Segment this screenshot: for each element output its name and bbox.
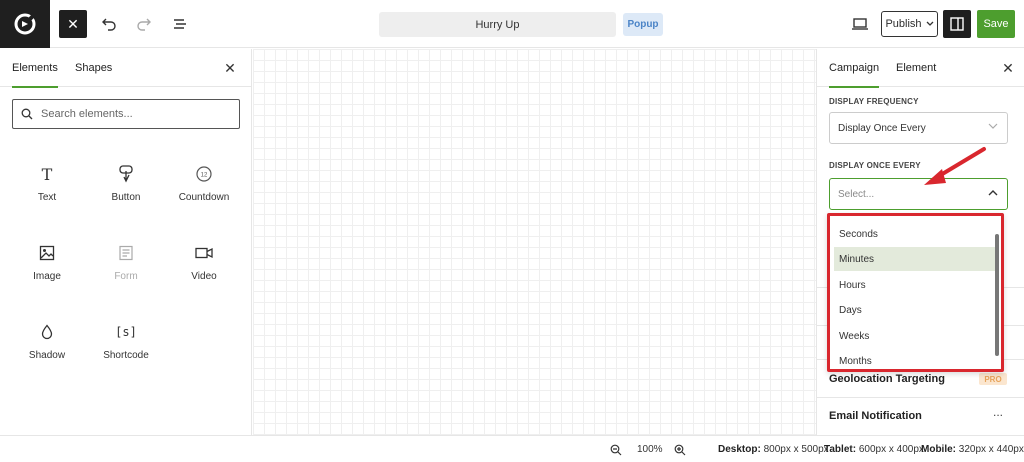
status-bar: 100% Desktop: 800px x 500px Tablet: 600p… xyxy=(0,435,1024,462)
element-shadow[interactable]: Shadow xyxy=(12,320,82,370)
close-right-panel-button[interactable]: ✕ xyxy=(1000,60,1016,76)
search-elements-input[interactable] xyxy=(41,108,221,120)
element-button[interactable]: Button xyxy=(91,162,161,212)
element-label: Form xyxy=(114,271,138,282)
element-label: Image xyxy=(33,271,61,282)
zoom-out-icon xyxy=(610,444,622,456)
search-icon xyxy=(21,108,33,120)
element-label: Shortcode xyxy=(103,350,149,361)
element-label: Button xyxy=(111,192,141,203)
button-icon xyxy=(118,162,134,186)
top-toolbar: ✕ Hurry Up Popup Publish Save xyxy=(0,0,1024,48)
zoom-out-button[interactable] xyxy=(609,443,623,457)
mobile-label: Mobile: xyxy=(921,444,956,455)
undo-button[interactable] xyxy=(97,12,121,36)
zoom-in-button[interactable] xyxy=(673,443,687,457)
element-label: Text xyxy=(37,192,57,203)
tablet-size-info[interactable]: Tablet: 600px x 400px xyxy=(824,444,924,455)
publish-label: Publish xyxy=(885,18,922,30)
option-days[interactable]: Days xyxy=(834,298,996,322)
mobile-size: 320px x 440px xyxy=(958,444,1024,455)
display-frequency-select[interactable]: Display Once Every xyxy=(829,112,1008,144)
save-button[interactable]: Save xyxy=(977,10,1015,38)
desktop-icon xyxy=(852,18,868,30)
undo-icon xyxy=(102,18,116,31)
element-form: Form xyxy=(91,241,161,291)
left-panel-tabs: Elements Shapes ✕ xyxy=(0,49,251,88)
shadow-icon xyxy=(41,320,53,344)
chevron-down-icon xyxy=(988,123,998,129)
element-image[interactable]: Image xyxy=(12,241,82,291)
redo-icon xyxy=(137,18,151,31)
form-icon xyxy=(118,241,134,265)
tab-shapes[interactable]: Shapes xyxy=(75,49,112,87)
layers-button[interactable] xyxy=(168,12,192,36)
option-hours[interactable]: Hours xyxy=(834,273,996,297)
email-notification-label[interactable]: Email Notification xyxy=(829,410,922,422)
countdown-icon: 12 xyxy=(195,162,213,186)
element-countdown[interactable]: 12 Countdown xyxy=(169,162,239,212)
device-preview-button[interactable] xyxy=(848,12,872,36)
display-once-every-placeholder: Select... xyxy=(838,188,875,200)
element-label: Video xyxy=(191,271,217,282)
zoom-in-icon xyxy=(674,444,686,456)
section-divider xyxy=(817,397,1024,398)
tab-campaign[interactable]: Campaign xyxy=(829,49,880,88)
desktop-size-info[interactable]: Desktop: 800px x 500px xyxy=(718,444,829,455)
element-video[interactable]: Video xyxy=(169,241,239,291)
close-icon: ✕ xyxy=(1002,59,1014,76)
logo-icon xyxy=(14,13,36,35)
elements-panel: Elements Shapes ✕ T Text Button 12 Count… xyxy=(0,49,252,435)
display-once-every-label: DISPLAY ONCE EVERY xyxy=(829,161,921,170)
svg-text:12: 12 xyxy=(201,173,208,179)
tablet-label: Tablet: xyxy=(824,444,857,455)
chevron-up-icon xyxy=(988,190,998,196)
close-icon: ✕ xyxy=(224,59,236,76)
campaign-title-field[interactable]: Hurry Up xyxy=(379,12,616,37)
mobile-size-info[interactable]: Mobile: 320px x 440px xyxy=(921,444,1024,455)
option-minutes[interactable]: Minutes xyxy=(834,247,996,271)
option-seconds[interactable]: Seconds xyxy=(834,222,996,246)
desktop-size: 800px x 500px xyxy=(763,444,829,455)
text-icon: T xyxy=(41,164,53,184)
option-months[interactable]: Months xyxy=(834,349,996,369)
dropdown-scrollbar[interactable] xyxy=(995,234,999,356)
search-box xyxy=(12,99,240,129)
tablet-size: 600px x 400px xyxy=(858,444,924,455)
geolocation-targeting-label[interactable]: Geolocation Targeting xyxy=(829,373,945,385)
tab-element[interactable]: Element xyxy=(896,49,936,87)
sidebar-toggle-icon xyxy=(950,17,964,31)
toggle-panel-button[interactable] xyxy=(943,10,971,38)
tab-elements[interactable]: Elements xyxy=(12,49,58,88)
design-canvas[interactable] xyxy=(253,49,816,435)
display-frequency-label: DISPLAY FREQUENCY xyxy=(829,97,919,106)
shortcode-icon: [s] xyxy=(115,325,137,339)
element-text[interactable]: T Text xyxy=(12,162,82,212)
campaign-type-badge: Popup xyxy=(623,13,663,36)
chevron-down-icon xyxy=(926,21,933,26)
display-frequency-value: Display Once Every xyxy=(838,122,926,134)
element-label: Shadow xyxy=(28,350,66,361)
annotation-arrow-icon xyxy=(924,147,986,185)
close-left-panel-button[interactable]: ✕ xyxy=(222,60,238,76)
element-label: Countdown xyxy=(178,192,230,203)
pro-badge: PRO xyxy=(979,373,1007,385)
image-icon xyxy=(39,241,55,265)
display-once-every-options: Seconds Minutes Hours Days Weeks Months xyxy=(827,213,1004,372)
desktop-label: Desktop: xyxy=(718,444,761,455)
redo-button[interactable] xyxy=(132,12,156,36)
element-shortcode[interactable]: [s] Shortcode xyxy=(91,320,161,370)
zoom-level: 100% xyxy=(637,444,663,455)
right-panel-tabs: Campaign Element ✕ xyxy=(817,49,1024,88)
option-weeks[interactable]: Weeks xyxy=(834,324,996,348)
more-options-icon[interactable]: ... xyxy=(993,405,1003,419)
close-editor-button[interactable]: ✕ xyxy=(59,10,87,38)
publish-button[interactable]: Publish xyxy=(881,11,938,37)
list-icon xyxy=(174,19,186,29)
video-icon xyxy=(195,241,213,265)
close-icon: ✕ xyxy=(67,15,79,32)
app-logo[interactable] xyxy=(0,0,50,48)
